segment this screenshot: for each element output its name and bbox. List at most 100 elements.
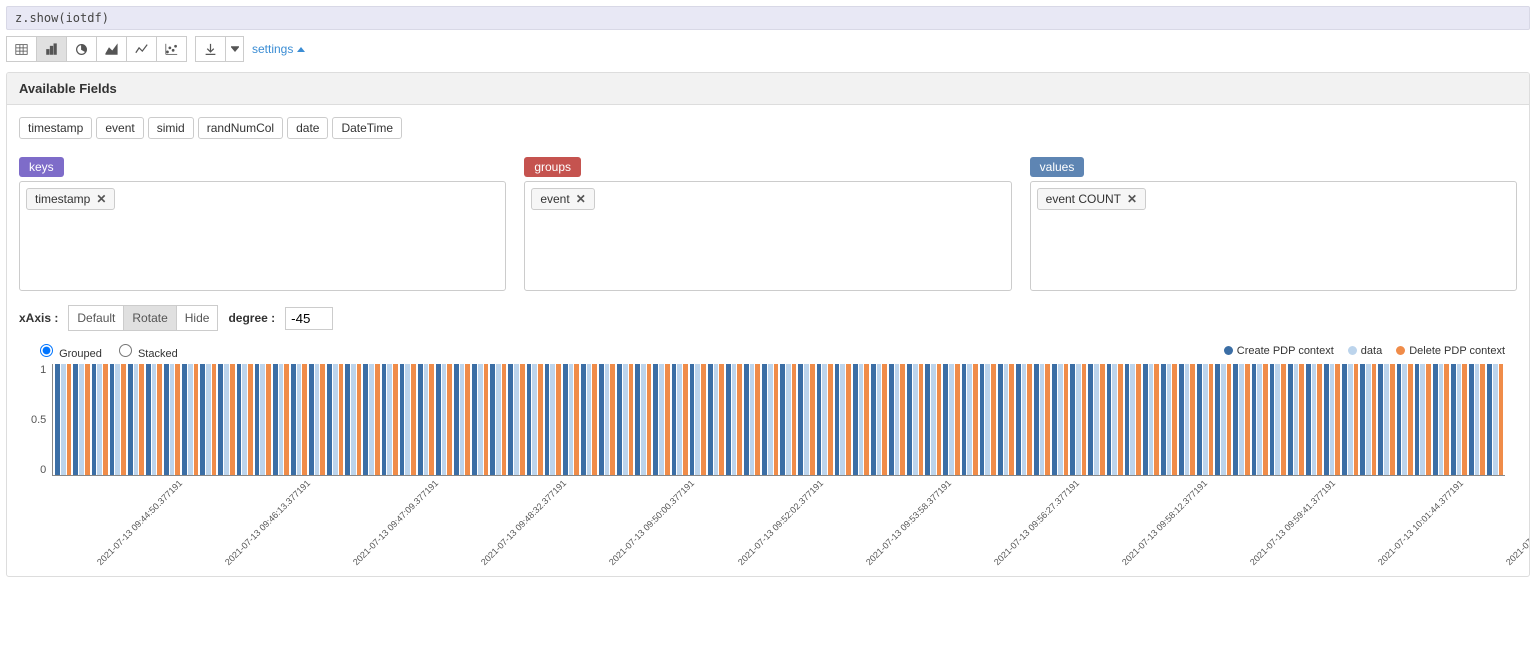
bar <box>545 364 550 475</box>
bar <box>170 364 175 475</box>
download-icon[interactable] <box>195 36 226 62</box>
bar <box>1070 364 1075 475</box>
bar <box>949 364 954 475</box>
bar <box>556 364 561 475</box>
bar <box>436 364 441 475</box>
bar <box>110 364 115 475</box>
line-chart-icon[interactable] <box>127 36 157 62</box>
legend-item[interactable]: data <box>1348 345 1382 357</box>
zone-tag[interactable]: timestamp✕ <box>26 188 115 210</box>
table-icon[interactable] <box>6 36 37 62</box>
close-icon[interactable]: ✕ <box>576 192 586 206</box>
bar <box>182 364 187 475</box>
bar <box>755 364 760 475</box>
bar <box>780 364 785 475</box>
bar <box>103 364 108 475</box>
bar <box>1493 364 1498 475</box>
field-tag[interactable]: simid <box>148 117 194 139</box>
bar <box>1402 364 1407 475</box>
viz-toolbar: settings <box>6 36 1530 62</box>
bar <box>1499 364 1504 475</box>
x-tick-label: 2021-07-13 09:56:27.377191 <box>992 478 1138 577</box>
bar-group <box>363 364 379 475</box>
zone-tag[interactable]: event COUNT✕ <box>1037 188 1146 210</box>
bar <box>1143 364 1148 475</box>
bar <box>786 364 791 475</box>
bar-group <box>762 364 778 475</box>
legend-item[interactable]: Delete PDP context <box>1396 345 1505 357</box>
field-tag[interactable]: randNumCol <box>198 117 283 139</box>
bar-chart-icon[interactable] <box>37 36 67 62</box>
bar <box>1179 364 1184 475</box>
bar <box>418 364 423 475</box>
bar <box>375 364 380 475</box>
bar <box>1016 364 1021 475</box>
groups-dropzone[interactable]: event✕ <box>524 181 1011 291</box>
settings-toggle[interactable]: settings <box>252 42 305 56</box>
caret-up-icon <box>297 47 305 52</box>
bar <box>581 364 586 475</box>
stack-mode-group: Grouped Stacked <box>35 341 178 360</box>
legend-dot-icon <box>1224 346 1233 355</box>
xaxis-hide-button[interactable]: Hide <box>177 305 219 331</box>
bar <box>405 364 410 475</box>
groups-label: groups <box>524 157 581 177</box>
bar <box>569 364 574 475</box>
bar <box>1107 364 1112 475</box>
bar-group <box>1088 364 1104 475</box>
bar <box>1475 364 1480 475</box>
bar <box>1100 364 1105 475</box>
bar <box>991 364 996 475</box>
field-tag[interactable]: event <box>96 117 143 139</box>
bar <box>804 364 809 475</box>
bar <box>750 364 755 475</box>
x-tick-label: 2021-07-13 09:47:09.377191 <box>351 478 497 577</box>
bar-group <box>327 364 343 475</box>
bar <box>1312 364 1317 475</box>
bar <box>907 364 912 475</box>
field-tag[interactable]: date <box>287 117 328 139</box>
bar <box>599 364 604 475</box>
bar <box>73 364 78 475</box>
bar-group <box>182 364 198 475</box>
bar <box>1125 364 1130 475</box>
bar-group <box>1433 364 1449 475</box>
field-tag[interactable]: DateTime <box>332 117 402 139</box>
bar <box>1294 364 1299 475</box>
grouped-radio[interactable]: Grouped <box>35 341 102 360</box>
bar <box>134 364 139 475</box>
area-chart-icon[interactable] <box>97 36 127 62</box>
field-tag[interactable]: timestamp <box>19 117 92 139</box>
close-icon[interactable]: ✕ <box>96 192 106 206</box>
bar <box>273 364 278 475</box>
bar <box>1088 364 1093 475</box>
stacked-radio[interactable]: Stacked <box>114 341 178 360</box>
x-tick-label: 2021-07-13 09:44:50.377191 <box>95 478 241 577</box>
scatter-chart-icon[interactable] <box>157 36 187 62</box>
bar <box>115 364 120 475</box>
values-dropzone[interactable]: event COUNT✕ <box>1030 181 1517 291</box>
legend-item[interactable]: Create PDP context <box>1224 345 1334 357</box>
bar-group <box>1034 364 1050 475</box>
download-caret-icon[interactable] <box>226 36 244 62</box>
bar <box>726 364 731 475</box>
x-tick-label: 2021-07-13 10:01:44.377191 <box>1376 478 1522 577</box>
available-fields-row: timestampeventsimidrandNumColdateDateTim… <box>19 115 1517 141</box>
xaxis-default-button[interactable]: Default <box>68 305 124 331</box>
bar <box>194 364 199 475</box>
bar <box>255 364 260 475</box>
xaxis-rotate-button[interactable]: Rotate <box>124 305 176 331</box>
close-icon[interactable]: ✕ <box>1127 192 1137 206</box>
zone-tag[interactable]: event✕ <box>531 188 594 210</box>
degree-input[interactable] <box>285 307 333 330</box>
bar-group <box>273 364 289 475</box>
bar <box>877 364 882 475</box>
bar <box>152 364 157 475</box>
bar <box>237 364 242 475</box>
keys-dropzone[interactable]: timestamp✕ <box>19 181 506 291</box>
bar <box>538 364 543 475</box>
bar-group <box>1215 364 1231 475</box>
bar <box>1469 364 1474 475</box>
bar-group <box>73 364 89 475</box>
pie-chart-icon[interactable] <box>67 36 97 62</box>
